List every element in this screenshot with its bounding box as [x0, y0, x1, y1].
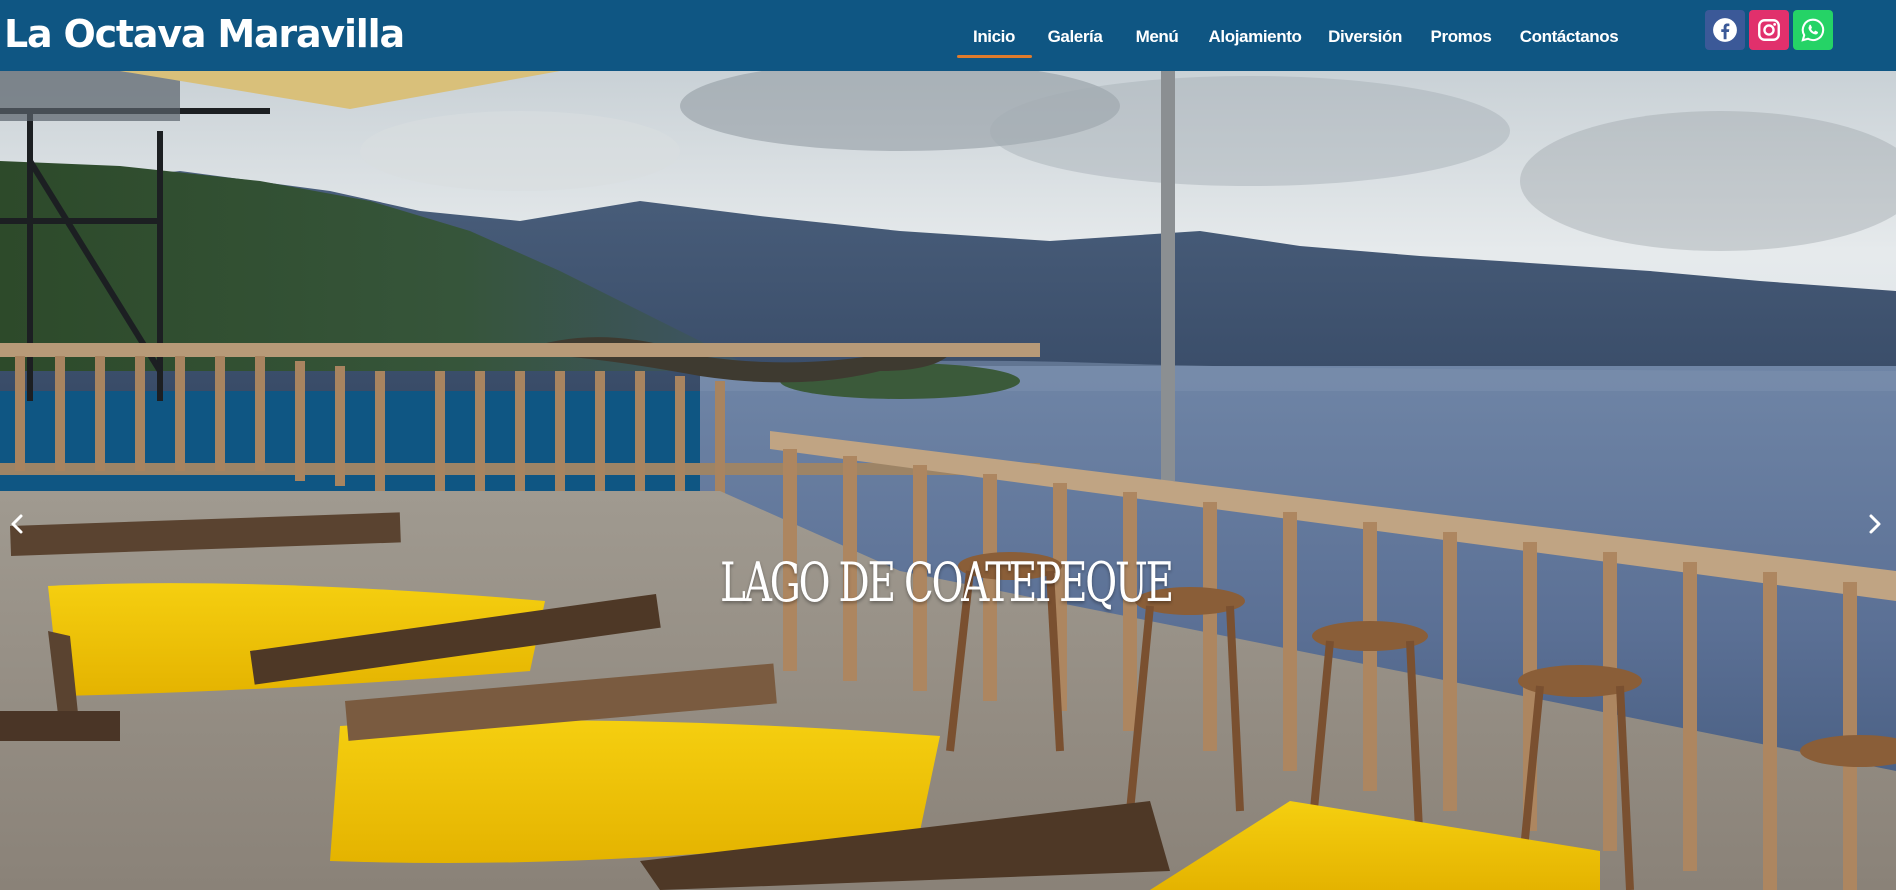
facebook-icon: [1713, 18, 1737, 42]
nav-item-menu[interactable]: Menú: [1136, 24, 1179, 50]
nav-item-contactanos[interactable]: Contáctanos: [1520, 24, 1619, 50]
nav-item-inicio[interactable]: Inicio: [973, 24, 1015, 50]
facebook-button[interactable]: [1705, 10, 1745, 50]
instagram-icon: [1758, 19, 1780, 41]
whatsapp-icon: [1801, 18, 1825, 42]
chevron-left-icon: [11, 514, 23, 534]
nav-item-promos[interactable]: Promos: [1431, 24, 1492, 50]
nav-item-galeria[interactable]: Galería: [1048, 24, 1103, 50]
active-nav-indicator: [957, 55, 1032, 58]
site-header: La Octava Maravilla Inicio Galería Menú …: [0, 0, 1896, 71]
whatsapp-button[interactable]: [1793, 10, 1833, 50]
slide-caption: LAGO DE COATEPEQUE: [720, 551, 1174, 614]
slider-next-button[interactable]: [1860, 504, 1890, 544]
nav-item-diversion[interactable]: Diversión: [1328, 24, 1402, 50]
slider-prev-button[interactable]: [2, 504, 32, 544]
main-nav: Inicio Galería Menú Alojamiento Diversió…: [0, 0, 1896, 71]
instagram-button[interactable]: [1749, 10, 1789, 50]
chevron-right-icon: [1869, 514, 1881, 534]
nav-item-alojamiento[interactable]: Alojamiento: [1209, 24, 1302, 50]
hero-background-image: [0, 71, 1896, 890]
hero-slider[interactable]: LAGO DE COATEPEQUE: [0, 71, 1896, 890]
